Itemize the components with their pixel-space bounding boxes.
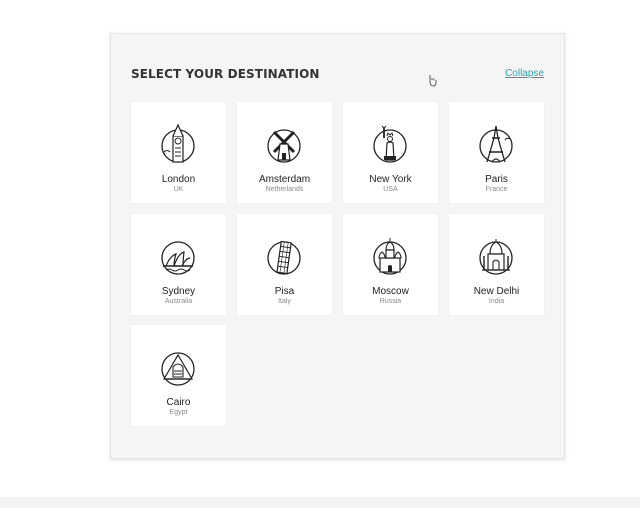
taj-mahal-icon [479,239,513,275]
kremlin-icon [373,238,407,275]
destination-card-pisa[interactable]: Pisa Italy [237,214,332,315]
country-name: UK [173,186,184,193]
city-name: London [161,174,196,185]
eiffel-tower-icon [479,125,513,163]
statue-of-liberty-icon [373,125,407,163]
country-name: India [488,298,505,305]
city-name: Sydney [161,286,196,297]
country-name: Australia [164,298,193,305]
destination-card-moscow[interactable]: Moscow Russia [343,214,438,315]
pyramid-icon [161,352,195,386]
destination-card-cairo[interactable]: Cairo Egypt [131,325,226,426]
destination-card-london[interactable]: London UK [131,102,226,203]
big-ben-icon [161,123,195,163]
opera-house-icon [161,241,195,275]
country-name: Russia [379,298,402,305]
destination-panel: SELECT YOUR DESTINATION Collapse London … [110,33,565,459]
city-name: New Delhi [473,286,520,297]
city-name: New York [369,174,412,185]
destination-card-amsterdam[interactable]: Amsterdam Netherlands [237,102,332,203]
panel-title: SELECT YOUR DESTINATION [131,67,320,81]
country-name: USA [383,186,398,193]
country-name: Italy [278,298,291,305]
city-name: Pisa [274,286,295,297]
country-name: Netherlands [265,186,304,193]
country-name: Egypt [169,409,188,416]
page-footer-strip [0,497,640,508]
windmill-icon [267,129,301,163]
city-name: Cairo [166,397,191,408]
hand-cursor-icon [429,75,437,87]
collapse-link[interactable]: Collapse [505,68,544,79]
destination-card-new-delhi[interactable]: New Delhi India [449,214,544,315]
leaning-tower-icon [267,240,301,275]
destination-card-sydney[interactable]: Sydney Australia [131,214,226,315]
city-name: Paris [485,174,508,185]
destination-card-new-york[interactable]: New York USA [343,102,438,203]
country-name: France [485,186,508,193]
city-name: Moscow [372,286,409,297]
city-name: Amsterdam [258,174,311,185]
destination-card-paris[interactable]: Paris France [449,102,544,203]
